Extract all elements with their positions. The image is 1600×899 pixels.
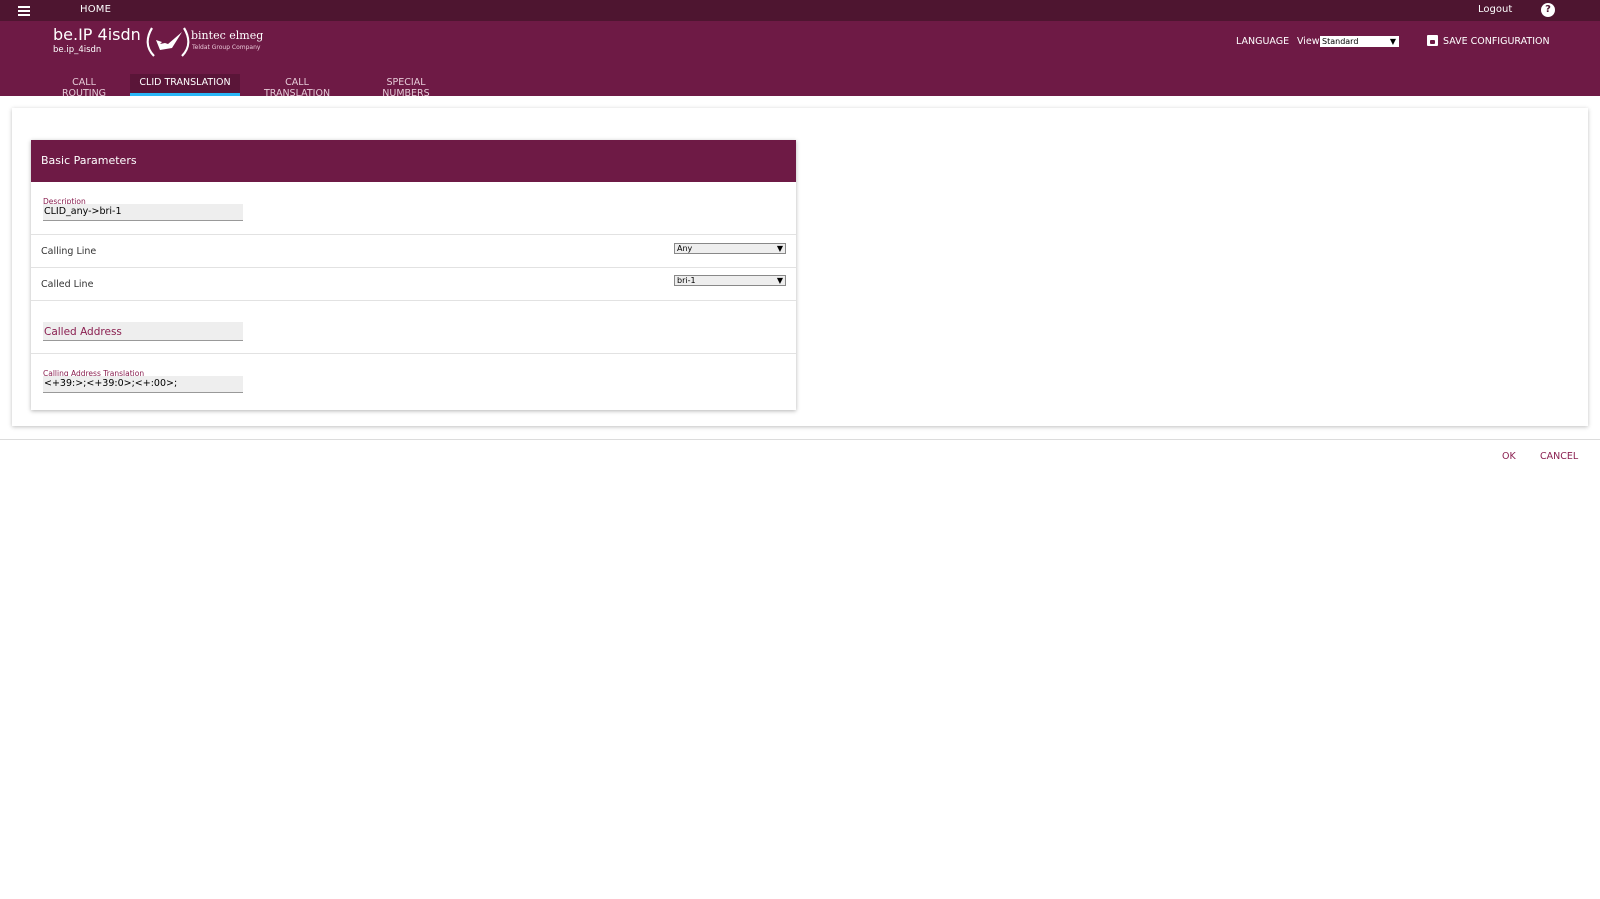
header: be.IP 4isdn be.ip_4isdn bintec elmeg Tel… [0,21,1600,99]
panel-title: Basic Parameters [31,140,796,182]
brand-tagline: Teldat Group Company [192,44,261,51]
hamburger-menu-icon[interactable] [18,6,30,16]
called-line-select[interactable]: bri-1 ▼ [674,275,786,286]
calling-line-row: Calling Line Any ▼ [31,235,796,268]
view-select-value: Standard [1322,37,1359,46]
view-select[interactable]: Standard ▼ [1320,36,1399,47]
tab-special-numbers[interactable]: SPECIAL NUMBERS [367,74,445,99]
called-line-row: Called Line bri-1 ▼ [31,268,796,301]
dropdown-arrow-icon: ▼ [1389,37,1396,46]
save-configuration-label: SAVE CONFIGURATION [1443,36,1550,47]
called-line-value: bri-1 [677,276,696,285]
help-icon[interactable]: ? [1541,3,1555,17]
tab-clid-translation[interactable]: CLID TRANSLATION [130,74,240,96]
tab-call-routing[interactable]: CALL ROUTING [53,74,115,99]
basic-parameters-panel: Basic Parameters Description CLID_any->b… [31,140,796,410]
view-label: View [1297,36,1320,47]
calling-line-select[interactable]: Any ▼ [674,243,786,254]
bottom-divider [0,439,1600,440]
description-row: Description CLID_any->bri-1 [31,182,796,235]
called-address-input[interactable]: Called Address [43,322,243,341]
brand-name: bintec elmeg [191,29,264,42]
product-subtitle: be.ip_4isdn [53,45,102,55]
calling-address-translation-row: Calling Address Translation <+39:>;<+39:… [31,354,796,410]
save-icon [1427,35,1438,46]
product-title: be.IP 4isdn [53,25,141,44]
dropdown-arrow-icon: ▼ [776,244,783,253]
cancel-button[interactable]: CANCEL [1540,451,1578,462]
ok-button[interactable]: OK [1502,451,1516,462]
language-menu[interactable]: LANGUAGE [1236,36,1289,47]
calling-address-translation-input[interactable]: <+39:>;<+39:0>;<+:00>; [43,376,243,393]
calling-line-label: Calling Line [41,246,97,257]
dropdown-arrow-icon: ▼ [776,276,783,285]
logout-link[interactable]: Logout [1478,4,1512,15]
called-line-label: Called Line [41,279,94,290]
brand-logo: bintec elmeg Teldat Group Company [146,26,263,58]
description-input[interactable]: CLID_any->bri-1 [43,204,243,221]
tab-call-translation[interactable]: CALL TRANSLATION [256,74,338,99]
called-address-row: Called Address [31,301,796,354]
top-bar: HOME Logout ? [0,0,1600,21]
calling-line-value: Any [677,244,693,253]
bird-logo-icon [146,27,190,57]
home-link[interactable]: HOME [80,4,111,15]
save-configuration-button[interactable]: SAVE CONFIGURATION [1427,35,1550,47]
